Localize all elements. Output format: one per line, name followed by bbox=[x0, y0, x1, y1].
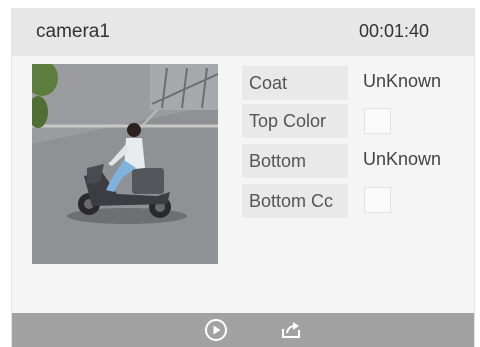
attr-value-coat: UnKnown bbox=[363, 71, 442, 91]
top-color-swatch bbox=[364, 108, 391, 134]
attr-label-coat: Coat bbox=[242, 66, 348, 100]
bottom-color-swatch bbox=[364, 187, 391, 213]
camera-name: camera1 bbox=[36, 21, 110, 42]
snapshot-thumbnail[interactable] bbox=[32, 64, 218, 264]
export-share-icon bbox=[282, 322, 300, 338]
event-card: camera1 00:01:40 Coat UnKnown Top Color … bbox=[11, 8, 475, 347]
card-header: camera1 00:01:40 bbox=[12, 8, 474, 56]
attr-label-bottom-color: Bottom Cc bbox=[242, 184, 348, 218]
play-circle-icon bbox=[205, 319, 227, 341]
export-button[interactable] bbox=[279, 317, 303, 341]
play-button[interactable] bbox=[204, 318, 228, 342]
event-time: 00:01:40 bbox=[359, 21, 430, 41]
card-footer bbox=[12, 313, 474, 347]
attr-value-bottom: UnKnown bbox=[363, 149, 442, 169]
attr-label-top-color: Top Color bbox=[242, 104, 348, 138]
attr-label-bottom: Bottom bbox=[242, 144, 348, 178]
